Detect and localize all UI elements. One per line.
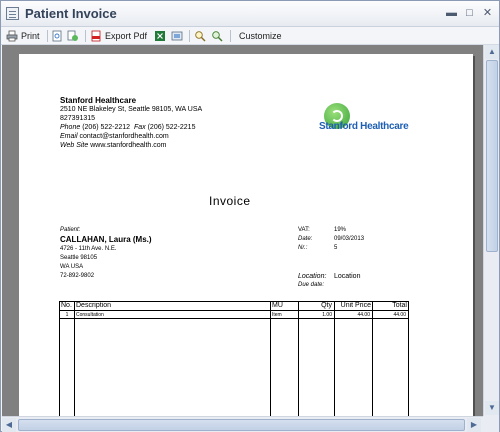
company-web-line: Web Site www.stanfordhealth.com [60, 142, 167, 149]
row-1-description: Consultation [76, 312, 104, 318]
column-header-mu: MU [272, 302, 283, 309]
pdf-icon [91, 30, 101, 42]
report-preview-area[interactable]: Stanford Healthcare 2510 NE Blakeley St,… [2, 45, 483, 416]
table-header-divider [60, 310, 408, 311]
column-header-description: Description [76, 302, 112, 309]
horizontal-scrollbar[interactable]: ◀ ▶ [2, 416, 483, 432]
invoice-window-icon [6, 7, 19, 20]
scroll-right-icon[interactable]: ▶ [467, 418, 481, 432]
row-1-mu: Item [272, 312, 282, 318]
date-label: Date: [298, 236, 313, 242]
company-phone: (206) 522-2212 [82, 124, 131, 131]
fax-label: Fax [133, 124, 146, 131]
customize-button[interactable]: Customize [239, 29, 282, 43]
company-address: 2510 NE Blakeley St, Seattle 98105, WA U… [60, 106, 203, 113]
toolbar-separator [230, 30, 231, 42]
scrollbar-corner [483, 416, 499, 432]
scroll-down-icon[interactable]: ▼ [485, 401, 499, 415]
export-pdf-label: Export Pdf [105, 31, 148, 41]
invoice-title: Invoice [209, 194, 251, 208]
invoice-number-label: Nr.: [298, 245, 308, 251]
invoice-number-value: 5 [334, 245, 338, 251]
column-header-qty: Qty [321, 302, 332, 309]
patient-address-1: 4726 - 11th Ave. N.E. [60, 246, 117, 252]
export-pdf-button[interactable]: Export Pdf [90, 29, 147, 43]
phone-label: Phone [60, 124, 81, 131]
company-email: contact@stanfordhealth.com [79, 133, 169, 140]
maximize-button[interactable]: □ [462, 6, 477, 20]
export-excel-button[interactable] [154, 29, 169, 43]
toolbar-separator [85, 30, 86, 42]
table-row-divider [60, 318, 408, 319]
scroll-up-icon[interactable]: ▲ [485, 45, 499, 59]
patient-address-2: Seattle 98105 [60, 255, 98, 261]
window-title: Patient Invoice [25, 6, 117, 21]
location-label: Location: [298, 273, 327, 280]
close-button[interactable]: ✕ [480, 6, 495, 20]
vertical-scroll-thumb[interactable] [486, 60, 498, 252]
print-preview-icon [52, 30, 62, 42]
zoom-out-icon [212, 31, 223, 42]
company-phone-line: Phone (206) 522-2212 Fax (206) 522-2215 [60, 124, 195, 131]
patient-name: CALLAHAN, Laura (Ms.) [60, 235, 152, 244]
row-1-no: 1 [65, 312, 69, 318]
email-label: Email [60, 133, 78, 140]
export-image-button[interactable] [171, 29, 186, 43]
table-column-divider [372, 302, 373, 416]
patient-address-3: WA USA [60, 264, 84, 270]
zoom-in-icon [195, 31, 206, 42]
location-value: Location [334, 273, 361, 280]
company-number: 827391315 [60, 115, 96, 122]
company-fax: (206) 522-2215 [147, 124, 196, 131]
due-date-label: Due date: [298, 282, 325, 288]
table-column-divider [270, 302, 271, 416]
row-1-unit-price: 44.00 [357, 312, 370, 318]
toolbar-separator [189, 30, 190, 42]
company-web: www.stanfordhealth.com [90, 142, 167, 149]
image-export-icon [171, 31, 183, 41]
invoice-page: Stanford Healthcare 2510 NE Blakeley St,… [19, 54, 473, 416]
zoom-in-button[interactable] [194, 29, 209, 43]
column-header-no: No. [61, 302, 72, 309]
logo-text: Stanford Healthcare [319, 121, 409, 132]
patient-phone: 72-892-9802 [60, 273, 95, 279]
date-value: 09/03/2013 [334, 236, 365, 242]
column-header-total: Total [392, 302, 407, 309]
toolbar-separator [47, 30, 48, 42]
title-bar: Patient Invoice ▬ □ ✕ [1, 1, 499, 27]
print-label: Print [21, 31, 40, 41]
column-header-unit-price: Unit Price [340, 302, 371, 309]
table-column-divider [298, 302, 299, 416]
company-email-line: Email contact@stanfordhealth.com [60, 133, 169, 140]
company-name: Stanford Healthcare [60, 96, 137, 105]
patient-label: Patient: [60, 227, 81, 233]
web-label: Web Site [60, 142, 89, 149]
row-1-total: 44.00 [393, 312, 406, 318]
minimize-button[interactable]: ▬ [444, 6, 459, 20]
toolbar: Print Export Pdf Customize [1, 27, 499, 45]
vat-value: 19% [334, 227, 347, 233]
excel-icon [155, 31, 165, 41]
vertical-scrollbar[interactable]: ▲ ▼ [483, 45, 499, 416]
print-preview-button[interactable] [51, 29, 66, 43]
table-column-divider [74, 302, 75, 416]
scroll-left-icon[interactable]: ◀ [2, 418, 16, 432]
patient-invoice-window: Patient Invoice ▬ □ ✕ Print Export Pdf C… [0, 0, 500, 432]
customize-label: Customize [239, 31, 282, 41]
invoice-items-table: No. Description MU Qty Unit Price Total … [59, 301, 409, 416]
horizontal-scroll-thumb[interactable] [18, 419, 465, 431]
row-1-qty: 1.00 [322, 312, 332, 318]
table-column-divider [334, 302, 335, 416]
print-button[interactable]: Print [6, 29, 40, 43]
vat-label: VAT: [298, 227, 310, 233]
printer-icon [6, 30, 18, 42]
zoom-out-button[interactable] [211, 29, 226, 43]
page-setup-icon [67, 30, 78, 41]
page-setup-button[interactable] [67, 29, 82, 43]
